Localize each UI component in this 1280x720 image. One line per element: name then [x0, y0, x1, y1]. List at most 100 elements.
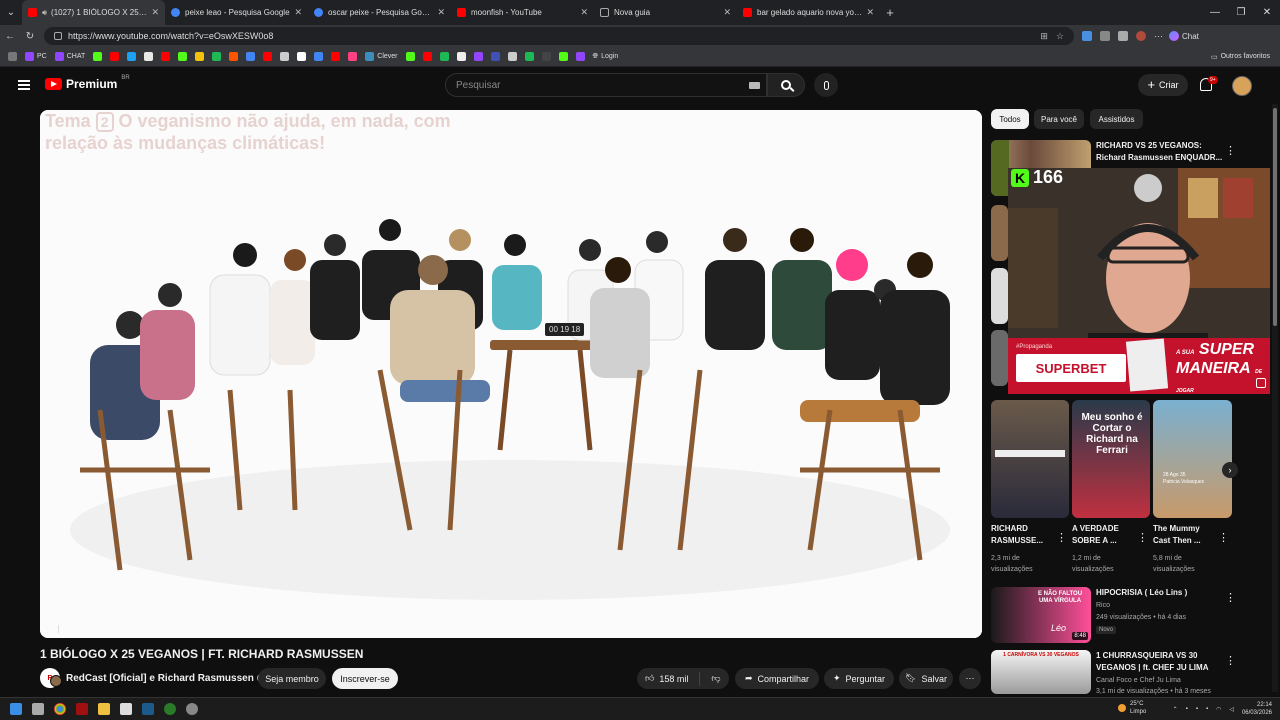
- bookmark-item[interactable]: [161, 52, 171, 61]
- short-thumbnail[interactable]: 28 Ago 35 Patricia Velasquez: [1153, 400, 1232, 518]
- tab-6[interactable]: bar gelado aquario nova york - Yo ✕: [737, 0, 880, 25]
- file-explorer-icon[interactable]: [98, 703, 110, 715]
- related-video-title[interactable]: 1 CHURRASQUEIRA VS 30 VEGANOS | ft. CHEF…: [1096, 650, 1224, 674]
- tab-5[interactable]: Nova guia ✕: [594, 0, 737, 25]
- volume-icon[interactable]: ◁: [1229, 706, 1234, 713]
- close-tab-icon[interactable]: ✕: [580, 7, 588, 18]
- tray-app-icon[interactable]: ▪: [1196, 706, 1198, 712]
- tab-search-icon[interactable]: ⌄: [0, 0, 22, 25]
- channel-name[interactable]: RedCast [Oficial] e Richard Rasmussen: [66, 673, 265, 684]
- ask-button[interactable]: ✦ Perguntar: [824, 668, 894, 689]
- dislike-button[interactable]: 👎︎: [711, 673, 720, 684]
- more-vertical-icon[interactable]: [1225, 651, 1228, 662]
- tab-4[interactable]: moonfish - YouTube ✕: [451, 0, 594, 25]
- more-vertical-icon[interactable]: [1225, 141, 1228, 152]
- short-title[interactable]: The Mummy Cast Then ...: [1153, 523, 1215, 547]
- related-thumbnail[interactable]: [991, 205, 1008, 261]
- more-actions-button[interactable]: ⋯: [959, 668, 981, 689]
- maximize-icon[interactable]: ❐: [1228, 7, 1254, 18]
- more-vertical-icon[interactable]: [1225, 588, 1228, 599]
- short-thumbnail[interactable]: Meu sonho é Cortar o Richard na Ferrari: [1072, 400, 1150, 518]
- speaker-icon[interactable]: 🔊︎: [42, 8, 47, 18]
- bookmark-item[interactable]: [456, 52, 466, 61]
- bookmark-item[interactable]: [110, 52, 120, 61]
- pause-ad-icon[interactable]: [1256, 378, 1266, 388]
- tray-app-icon[interactable]: ▪: [1186, 706, 1188, 712]
- short-thumbnail[interactable]: [991, 400, 1069, 518]
- chip-for-you[interactable]: Para você: [1034, 109, 1084, 129]
- chip-all[interactable]: Todos: [991, 109, 1029, 129]
- bookmark-item[interactable]: [127, 52, 137, 61]
- short-title[interactable]: A VERDADE SOBRE A ...: [1072, 523, 1134, 547]
- related-channel[interactable]: Canal Foco e Chef Ju Lima: [1096, 675, 1181, 686]
- close-window-icon[interactable]: ✕: [1254, 7, 1280, 18]
- more-vertical-icon[interactable]: [1218, 528, 1221, 539]
- extension-icon[interactable]: [1082, 31, 1092, 41]
- bookmark-item[interactable]: [541, 52, 551, 61]
- related-thumbnail[interactable]: 1 CARNÍVORA VS 30 VEGANOS: [991, 650, 1091, 694]
- voice-search-button[interactable]: [814, 73, 838, 97]
- steam-icon[interactable]: [142, 703, 154, 715]
- chat-button[interactable]: Chat: [1169, 31, 1199, 41]
- store-icon[interactable]: [120, 703, 132, 715]
- bookmark-item[interactable]: [93, 52, 103, 61]
- related-video-title[interactable]: RICHARD VS 25 VEGANOS: Richard Rasmussen…: [1096, 140, 1226, 164]
- subscribe-button[interactable]: Inscrever-se: [332, 668, 398, 689]
- close-tab-icon[interactable]: ✕: [866, 7, 874, 18]
- youtube-logo[interactable]: Premium BR: [45, 75, 130, 91]
- clock[interactable]: 22:14 06/03/2026: [1242, 701, 1272, 717]
- keyboard-icon[interactable]: [749, 82, 760, 89]
- chevron-up-icon[interactable]: ⌃: [1173, 706, 1178, 713]
- bookmark-item[interactable]: [422, 52, 432, 61]
- bookmark-item[interactable]: [178, 52, 188, 61]
- bookmark-item[interactable]: [297, 52, 307, 61]
- back-icon[interactable]: ←: [0, 31, 20, 42]
- related-thumbnail[interactable]: E NÃO FALTOU UMA VÍRGULA Léo 8:48: [991, 587, 1091, 643]
- video-player[interactable]: Tema 2 O veganismo não ajuda, em nada, c…: [40, 110, 982, 638]
- extension-icon[interactable]: [1100, 31, 1110, 41]
- short-title[interactable]: RICHARD RASMUSSE...: [991, 523, 1053, 547]
- close-tab-icon[interactable]: ✕: [723, 7, 731, 18]
- profile-icon[interactable]: [1136, 31, 1146, 41]
- like-button[interactable]: 👍︎ 158 mil: [645, 673, 688, 684]
- related-channel[interactable]: Rico: [1096, 600, 1110, 611]
- bookmark-item[interactable]: [575, 52, 585, 61]
- share-button[interactable]: ➦ Compartilhar: [735, 668, 819, 689]
- bookmark-star-icon[interactable]: ☆: [1056, 31, 1064, 42]
- bookmark-item[interactable]: [212, 52, 222, 61]
- weather-widget[interactable]: 25°C Limpo: [1118, 700, 1146, 716]
- tab-2[interactable]: peixe leao - Pesquisa Google ✕: [165, 0, 308, 25]
- bookmark-item[interactable]: Clever: [365, 52, 398, 61]
- bookmark-item[interactable]: [331, 52, 341, 61]
- bookmark-item[interactable]: [280, 52, 290, 61]
- related-thumbnail[interactable]: [991, 330, 1008, 386]
- xbox-icon[interactable]: [164, 703, 176, 715]
- bookmark-item[interactable]: [348, 52, 358, 61]
- scrollbar-thumb[interactable]: [1273, 108, 1277, 326]
- collab-avatar[interactable]: [50, 675, 62, 687]
- bookmark-item[interactable]: [439, 52, 449, 61]
- bookmark-item[interactable]: [229, 52, 239, 61]
- bookmark-item[interactable]: [558, 52, 568, 61]
- save-button[interactable]: 🔖︎ Salvar: [899, 668, 953, 689]
- windows-start-icon[interactable]: [10, 703, 22, 715]
- wifi-icon[interactable]: ◠: [1216, 706, 1221, 713]
- url-field[interactable]: https://www.youtube.com/watch?v=eOswXESW…: [44, 27, 1074, 45]
- tab-1[interactable]: 🔊︎ (1027) 1 BIÓLOGO X 25 VEGANOS ✕: [22, 0, 165, 25]
- bookmark-item[interactable]: [144, 52, 154, 61]
- close-tab-icon[interactable]: ✕: [437, 7, 445, 18]
- bookmark-item[interactable]: [314, 52, 324, 61]
- join-button[interactable]: Seja membro: [258, 668, 326, 689]
- bookmark-item[interactable]: [490, 52, 500, 61]
- more-vertical-icon[interactable]: [1137, 528, 1140, 539]
- extension-icon[interactable]: [1118, 31, 1128, 41]
- settings-gear-icon[interactable]: [186, 703, 198, 715]
- app-taskbar-icon[interactable]: [76, 703, 88, 715]
- chrome-taskbar-icon[interactable]: [54, 703, 66, 715]
- new-tab-button[interactable]: +: [880, 5, 900, 20]
- search-input[interactable]: Pesquisar: [445, 73, 767, 97]
- related-video-title[interactable]: HIPOCRISIA ( Léo Lins ): [1096, 587, 1224, 599]
- minimize-icon[interactable]: —: [1202, 7, 1228, 18]
- close-tab-icon[interactable]: ✕: [294, 7, 302, 18]
- bookmark-item[interactable]: 🌐︎ Login: [593, 53, 619, 61]
